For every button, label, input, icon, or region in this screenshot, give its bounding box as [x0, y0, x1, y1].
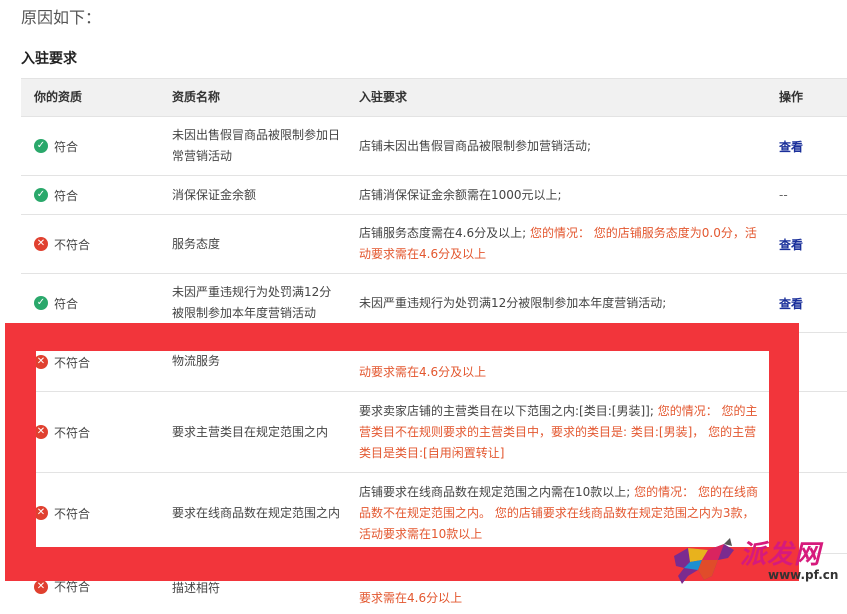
requirement-text: 店铺未因出售假冒商品被限制参加营销活动; — [359, 138, 592, 153]
qualification-name: 描述相符 — [172, 581, 221, 595]
qualification-name: 消保保证金余额 — [172, 187, 257, 202]
watermark-brand: 派发网 — [740, 540, 822, 570]
cross-icon: ✕ — [34, 579, 48, 594]
view-button[interactable]: 查看 — [779, 138, 803, 155]
requirement-text: 店铺消保保证金余额需在1000元以上; — [359, 187, 562, 202]
intro-text: 原因如下： — [21, 8, 102, 27]
check-icon: ✓ — [34, 188, 48, 202]
cross-icon: ✕ — [34, 237, 48, 251]
watermark-url: www.pf.cn — [768, 568, 839, 582]
table-row: ✓ 符合 消保保证金余额 店铺消保保证金余额需在1000元以上; -- — [21, 176, 847, 215]
bull-logo-icon — [674, 538, 734, 584]
section-title: 入驻要求 — [21, 51, 77, 67]
requirement-main: 店铺服务态度需在4.6分及以上; — [359, 226, 527, 240]
table-row: ✕ 不符合 服务态度 店铺服务态度需在4.6分及以上; 您的情况： 您的店铺服务态… — [21, 215, 847, 274]
status-badge: ✓ 符合 — [34, 295, 78, 312]
header-qualification: 你的资质 — [34, 90, 83, 104]
view-button[interactable]: 查看 — [779, 295, 803, 312]
requirement-text: 店铺服务态度需在4.6分及以上; 您的情况： 您的店铺服务态度为0.0分，活动要… — [359, 223, 759, 265]
requirement-text: 未因严重违规行为处罚满12分被限制参加本年度营销活动; — [359, 295, 667, 310]
status-text: 不符合 — [54, 237, 91, 252]
status-text: 符合 — [54, 188, 79, 203]
status-badge: ✓ 符合 — [34, 187, 78, 204]
header-name: 资质名称 — [172, 90, 221, 104]
view-button[interactable]: 查看 — [779, 236, 803, 253]
check-icon: ✓ — [34, 296, 48, 310]
header-requirement: 入驻要求 — [359, 90, 408, 104]
qualification-name: 服务态度 — [172, 236, 221, 251]
header-action: 操作 — [779, 90, 804, 104]
qualification-name: 未因严重违规行为处罚满12分被限制参加本年度营销活动 — [172, 285, 332, 320]
no-action: -- — [779, 188, 788, 202]
status-badge: ✕ 不符合 — [34, 236, 90, 253]
status-text: 符合 — [54, 296, 79, 311]
requirement-detail: 要求需在4.6分以上 — [359, 591, 463, 605]
table-header: 你的资质 资质名称 入驻要求 操作 — [21, 79, 847, 117]
site-watermark: 派发网 www.pf.cn — [668, 534, 844, 592]
status-text: 符合 — [54, 139, 79, 154]
table-row: ✓ 符合 未因出售假冒商品被限制参加日常营销活动 店铺未因出售假冒商品被限制参加营… — [21, 117, 847, 176]
check-icon: ✓ — [34, 139, 48, 153]
status-badge: ✓ 符合 — [34, 138, 78, 155]
qualification-name: 未因出售假冒商品被限制参加日常营销活动 — [172, 128, 341, 163]
